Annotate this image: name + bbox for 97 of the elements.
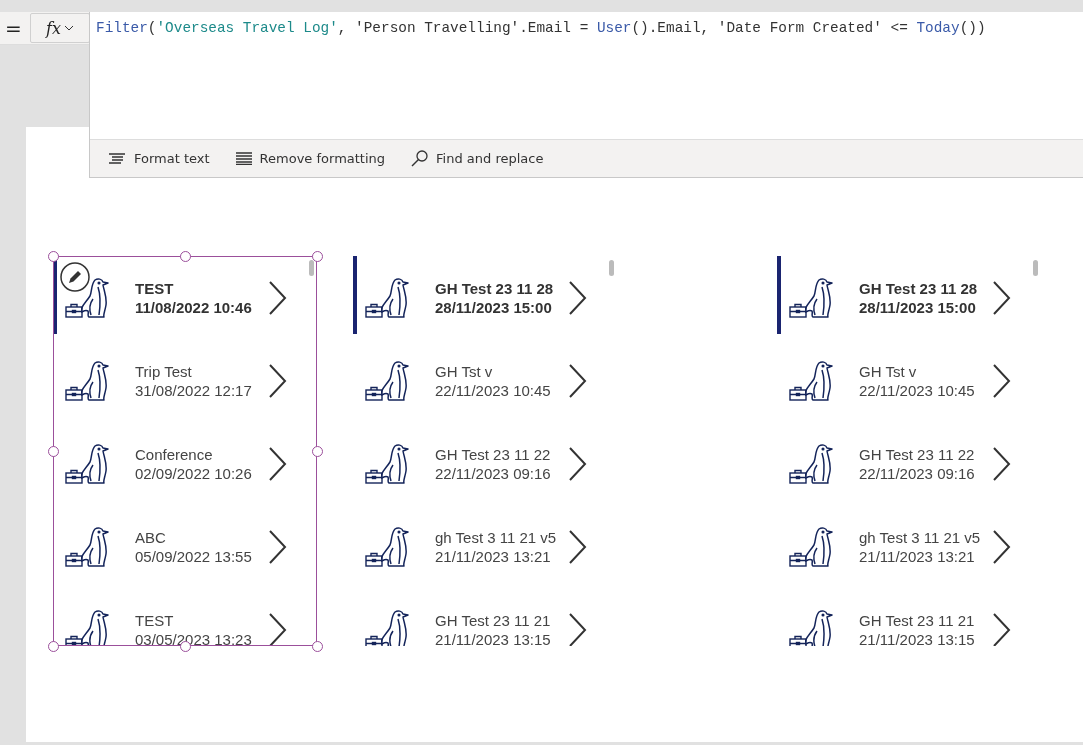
item-date: 05/09/2022 13:55: [135, 546, 253, 566]
briefcase-icon: [365, 634, 383, 646]
chevron-right-icon[interactable]: [992, 280, 1011, 315]
resize-handle[interactable]: [48, 251, 59, 262]
item-date: 21/11/2023 13:15: [859, 629, 976, 646]
chevron-right-icon[interactable]: [992, 529, 1011, 564]
item-title: GH Tst v: [435, 361, 494, 381]
item-date: 22/11/2023 10:45: [435, 380, 552, 400]
briefcase-icon: [365, 468, 383, 484]
item-date: 21/11/2023 13:21: [435, 546, 552, 566]
penguin-icon: [81, 276, 111, 319]
edit-icon[interactable]: [60, 262, 90, 292]
penguin-icon: [81, 525, 111, 568]
item-title: GH Test 23 11 22: [435, 444, 552, 464]
item-title: GH Tst v: [859, 361, 918, 381]
item-date: 21/11/2023 13:15: [435, 629, 552, 646]
item-title: Conference: [135, 444, 214, 464]
item-date: 03/05/2023 13:23: [135, 629, 253, 646]
item-date: 28/11/2023 15:00: [859, 297, 977, 317]
briefcase-icon: [789, 302, 807, 318]
briefcase-icon: [65, 551, 83, 567]
item-title: ABC: [135, 527, 167, 547]
scrollbar-thumb[interactable]: [609, 260, 614, 276]
penguin-icon: [805, 525, 835, 568]
chevron-right-icon[interactable]: [568, 363, 587, 398]
penguin-icon: [81, 442, 111, 485]
find-replace-button[interactable]: Find and replace: [411, 150, 544, 167]
chevron-right-icon[interactable]: [268, 280, 287, 315]
item-date: 22/11/2023 10:45: [859, 380, 976, 400]
resize-handle[interactable]: [48, 641, 59, 652]
item-title: GH Test 23 11 28: [435, 278, 555, 298]
item-date: 11/08/2022 10:46: [135, 297, 253, 317]
chevron-right-icon[interactable]: [268, 612, 287, 646]
scrollbar-thumb[interactable]: [309, 260, 314, 276]
chevron-right-icon[interactable]: [268, 446, 287, 481]
penguin-icon: [381, 525, 411, 568]
briefcase-icon: [789, 468, 807, 484]
chevron-down-icon: [63, 25, 74, 31]
item-date: 28/11/2023 15:00: [435, 297, 553, 317]
selection-frame[interactable]: [53, 256, 317, 646]
briefcase-icon: [365, 385, 383, 401]
item-title: Trip Test: [135, 361, 193, 381]
chevron-right-icon[interactable]: [992, 446, 1011, 481]
resize-handle[interactable]: [312, 446, 323, 457]
chevron-right-icon[interactable]: [268, 529, 287, 564]
penguin-icon: [805, 442, 835, 485]
penguin-icon: [805, 359, 835, 402]
penguin-icon: [805, 276, 835, 319]
chevron-right-icon[interactable]: [568, 446, 587, 481]
penguin-icon: [81, 359, 111, 402]
item-date: 02/09/2022 10:26: [135, 463, 253, 483]
penguin-icon: [381, 442, 411, 485]
resize-handle[interactable]: [48, 446, 59, 457]
briefcase-icon: [789, 551, 807, 567]
item-date: 31/08/2022 12:17: [135, 380, 253, 400]
item-title: GH Test 23 11 21: [859, 610, 976, 630]
penguin-icon: [81, 608, 111, 646]
item-title: GH Test 23 11 28: [859, 278, 979, 298]
item-title: gh Test 3 11 21 v5: [435, 527, 558, 547]
briefcase-icon: [365, 302, 383, 318]
chevron-right-icon[interactable]: [992, 363, 1011, 398]
chevron-right-icon[interactable]: [568, 280, 587, 315]
equals-sign: =: [4, 15, 23, 42]
format-text-icon: [108, 152, 126, 165]
item-date: 21/11/2023 13:21: [859, 546, 976, 566]
briefcase-icon: [65, 468, 83, 484]
resize-handle[interactable]: [180, 251, 191, 262]
chevron-right-icon[interactable]: [568, 529, 587, 564]
penguin-icon: [381, 276, 411, 319]
chevron-right-icon[interactable]: [568, 612, 587, 646]
item-date: 22/11/2023 09:16: [859, 463, 976, 483]
briefcase-icon: [65, 634, 83, 646]
item-date: 22/11/2023 09:16: [435, 463, 552, 483]
formula-input[interactable]: Filter('Overseas Travel Log', 'Person Travelling'.Email = User().Email, 'Date Form Created' <= Today()): [90, 12, 1083, 44]
item-title: GH Test 23 11 22: [859, 444, 976, 464]
search-icon: [411, 150, 429, 167]
penguin-icon: [805, 608, 835, 646]
fx-button[interactable]: fx: [30, 13, 90, 43]
format-text-button[interactable]: Format text: [108, 151, 210, 166]
penguin-icon: [381, 608, 411, 646]
chevron-right-icon[interactable]: [268, 363, 287, 398]
scrollbar-thumb[interactable]: [1033, 260, 1038, 276]
briefcase-icon: [789, 385, 807, 401]
briefcase-icon: [65, 385, 83, 401]
item-title: TEST: [135, 278, 175, 298]
penguin-icon: [381, 359, 411, 402]
briefcase-icon: [365, 551, 383, 567]
briefcase-icon: [65, 302, 83, 318]
item-title: gh Test 3 11 21 v5: [859, 527, 982, 547]
resize-handle[interactable]: [312, 641, 323, 652]
lines-icon: [235, 152, 252, 165]
item-title: GH Test 23 11 21: [435, 610, 552, 630]
resize-handle[interactable]: [312, 251, 323, 262]
remove-formatting-button[interactable]: Remove formatting: [235, 151, 386, 166]
chevron-right-icon[interactable]: [992, 612, 1011, 646]
item-title: TEST: [135, 610, 175, 630]
briefcase-icon: [789, 634, 807, 646]
